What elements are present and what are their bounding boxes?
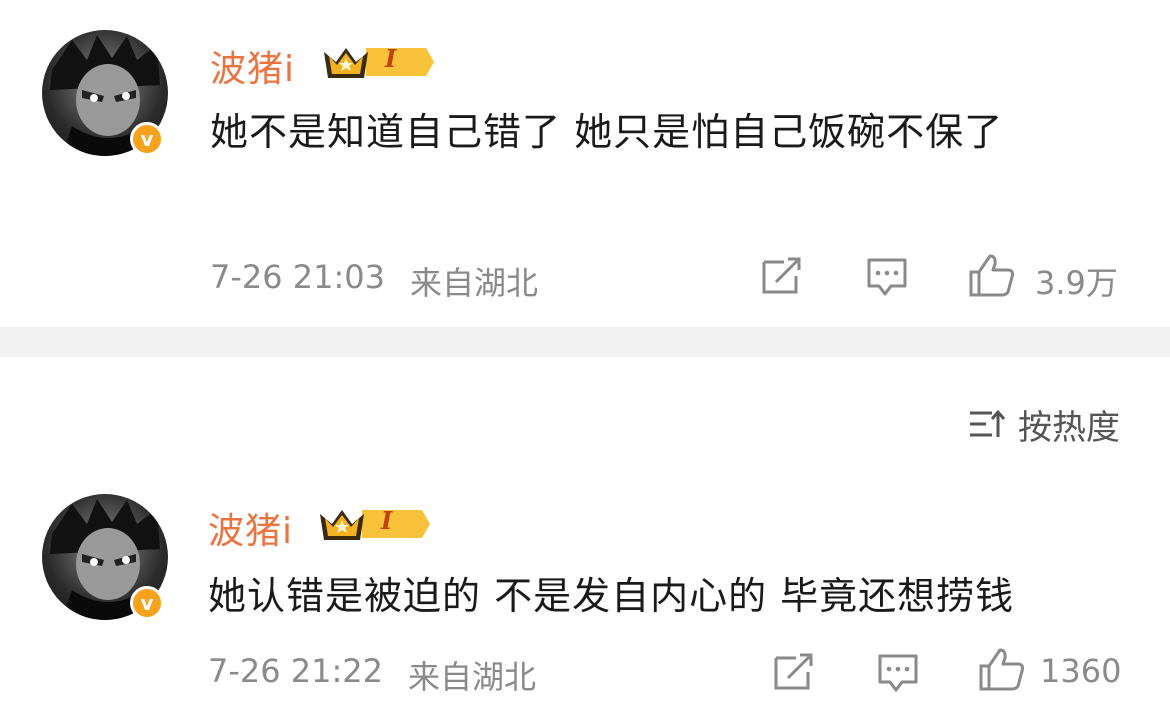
crown-icon: [324, 48, 434, 78]
sort-toggle[interactable]: 按热度: [968, 400, 1120, 448]
username[interactable]: 波猪i: [210, 40, 295, 92]
like-count: 1360: [1040, 652, 1122, 690]
location: 来自湖北: [410, 264, 539, 302]
share-icon[interactable]: [760, 256, 804, 296]
timestamp: 7-26 21:22: [208, 652, 384, 690]
thumbs-up-icon[interactable]: [978, 646, 1026, 692]
comment-item: v 波猪i I 她认错是被迫的 不是发自内心的 毕竟还想捞钱 7-26 21:2…: [0, 480, 1170, 722]
verified-badge: v: [130, 586, 164, 620]
location: 来自湖北: [408, 658, 537, 696]
like-count: 3.9万: [1035, 264, 1118, 302]
share-icon[interactable]: [772, 652, 816, 692]
verified-badge: v: [130, 122, 164, 156]
section-divider: [0, 327, 1170, 357]
sort-label: 按热度: [1018, 407, 1120, 448]
sort-icon: [970, 409, 1006, 437]
comment-text: 她不是知道自己错了 她只是怕自己饭碗不保了: [210, 110, 1004, 154]
comment-text: 她认错是被迫的 不是发自内心的 毕竟还想捞钱: [208, 574, 1015, 618]
comment-item: v 波猪i I 她不是知道自己错了 她只是怕自己饭碗不保了 7-26 21:03…: [0, 0, 1170, 327]
comment-icon[interactable]: [865, 256, 909, 298]
level-badge: I: [381, 506, 393, 535]
timestamp: 7-26 21:03: [210, 258, 386, 296]
crown-icon: [320, 510, 430, 540]
comment-icon[interactable]: [876, 652, 920, 694]
thumbs-up-icon[interactable]: [968, 252, 1016, 298]
level-badge: I: [385, 44, 397, 73]
username[interactable]: 波猪i: [208, 502, 293, 554]
